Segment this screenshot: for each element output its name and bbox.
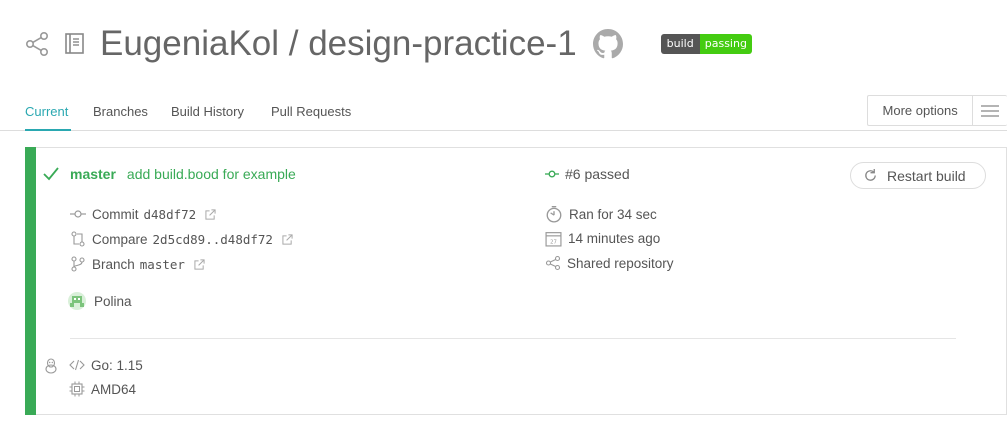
compare-row[interactable]: Compare 2d5cd89..d48df72: [70, 231, 293, 247]
language-row: Go: 1.15: [69, 357, 143, 373]
build-card: master add build.bood for example #6 pas…: [25, 147, 1007, 415]
build-number-status[interactable]: #6 passed: [565, 166, 630, 182]
arch-row: AMD64: [69, 381, 136, 397]
build-number-row[interactable]: #6 passed: [545, 166, 630, 182]
check-icon: [43, 167, 59, 181]
badge-label: build: [660, 34, 700, 54]
time-row: 27 14 minutes ago: [545, 230, 660, 247]
divider: [70, 338, 956, 339]
compare-icon: [71, 231, 85, 247]
repo-type-row: Shared repository: [545, 255, 674, 271]
build-status-badge[interactable]: build passing: [660, 34, 752, 54]
branch-row[interactable]: Branch master: [70, 256, 205, 272]
external-link-icon[interactable]: [282, 233, 293, 245]
tab-pull-requests[interactable]: Pull Requests: [271, 104, 351, 119]
language-version: Go: 1.15: [91, 357, 143, 373]
tab-current[interactable]: Current: [25, 104, 68, 119]
duration-row: Ran for 34 sec: [545, 205, 657, 223]
status-stripe: [25, 147, 36, 415]
compare-range[interactable]: 2d5cd89..d48df72: [153, 232, 273, 247]
tab-build-history[interactable]: Build History: [171, 104, 244, 119]
share-icon[interactable]: [24, 31, 50, 57]
compare-label: Compare: [92, 231, 148, 247]
github-icon[interactable]: [592, 29, 623, 59]
repo-type: Shared repository: [567, 255, 674, 271]
calendar-icon: 27: [545, 232, 562, 247]
cpu-icon: [69, 381, 85, 397]
commit-message[interactable]: add build.bood for example: [127, 166, 296, 182]
branch-value[interactable]: master: [140, 257, 185, 272]
restart-icon: [865, 168, 876, 181]
repo-header: EugeniaKol / design-practice-1 build pas…: [24, 24, 984, 64]
external-link-icon[interactable]: [194, 258, 205, 270]
duration-text: Ran for 34 sec: [569, 206, 657, 222]
commit-dot-icon: [545, 170, 559, 178]
author-name: Polina: [94, 293, 132, 309]
branch-label: Branch: [92, 256, 135, 272]
commit-hash[interactable]: d48df72: [144, 207, 197, 222]
commit-icon: [70, 210, 86, 218]
author-row: Polina: [68, 292, 132, 310]
tab-bar: Current Branches Build History Pull Requ…: [0, 96, 1007, 131]
tab-branches[interactable]: Branches: [93, 104, 148, 119]
restart-build-label: Restart build: [887, 167, 966, 184]
menu-icon[interactable]: [973, 96, 1007, 125]
commit-label: Commit: [92, 206, 139, 222]
commit-row[interactable]: Commit d48df72: [70, 206, 216, 222]
share-icon: [545, 255, 561, 271]
linux-icon: [45, 358, 57, 374]
external-link-icon[interactable]: [205, 208, 216, 220]
more-options-button[interactable]: More options: [867, 95, 1007, 126]
branch-name-link[interactable]: master: [70, 166, 116, 182]
architecture: AMD64: [91, 381, 137, 397]
branch-icon: [71, 256, 85, 272]
active-tab-indicator: [25, 129, 71, 131]
time-ago: 14 minutes ago: [568, 231, 661, 246]
svg-text:27: 27: [550, 240, 557, 246]
repo-title[interactable]: EugeniaKol / design-practice-1: [100, 24, 577, 64]
badge-status: passing: [699, 34, 752, 54]
repo-book-icon: [65, 33, 84, 54]
avatar: [68, 292, 86, 310]
build-title-row: master add build.bood for example: [43, 166, 296, 182]
code-icon: [69, 359, 85, 371]
more-options-label: More options: [868, 96, 974, 125]
restart-build-button[interactable]: Restart build: [850, 162, 986, 189]
stopwatch-icon: [546, 206, 562, 223]
